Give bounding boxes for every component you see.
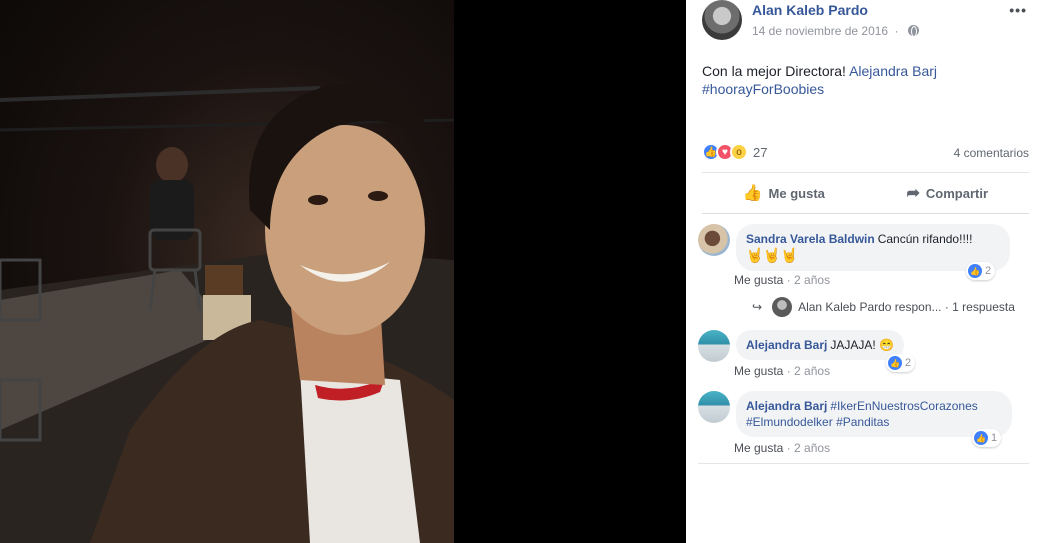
post-meta: 14 de noviembre de 2016 · <box>752 24 919 38</box>
commenter-name[interactable]: Sandra Varela Baldwin <box>746 232 875 246</box>
photo-illustration <box>0 83 454 543</box>
comment-like-link[interactable]: Me gusta <box>734 273 783 287</box>
comment-text: JAJAJA! <box>830 338 876 352</box>
reaction-count: 27 <box>753 144 768 160</box>
replies-link[interactable]: ↪ Alan Kaleb Pardo respon... · 1 respues… <box>752 297 1015 317</box>
author-avatar[interactable] <box>702 0 742 40</box>
comment-like-count: 1 <box>991 432 998 444</box>
reply-author-text: Alan Kaleb Pardo respon... <box>798 300 942 314</box>
commenter-name[interactable]: Alejandra Barj <box>746 399 827 413</box>
rock-hand-emoji-icon: 🤘🤘🤘 <box>746 247 799 263</box>
author-name[interactable]: Alan Kaleb Pardo <box>752 2 868 18</box>
comment-like-badge[interactable]: 👍 1 <box>972 429 1002 447</box>
thumbs-up-icon: 👍 <box>742 185 763 202</box>
photo-viewer <box>0 0 686 543</box>
mini-like-icon: 👍 <box>888 356 902 370</box>
share-button[interactable]: ➦ Compartir <box>866 173 1030 213</box>
post-panel: Alan Kaleb Pardo 14 de noviembre de 2016… <box>686 0 1041 543</box>
reactions-summary[interactable]: 👍 ♥ o 27 <box>702 142 767 162</box>
commenter-name[interactable]: Alejandra Barj <box>746 338 827 352</box>
public-globe-icon <box>907 25 919 37</box>
footer-separator: · <box>786 273 795 287</box>
comment-like-link[interactable]: Me gusta <box>734 364 783 378</box>
comment-age[interactable]: 2 años <box>794 273 830 287</box>
hashtag-link[interactable]: #Panditas <box>836 415 889 429</box>
comment-like-count: 2 <box>905 357 912 369</box>
mini-like-icon: 👍 <box>974 431 988 445</box>
more-options-icon[interactable]: ••• <box>1009 2 1027 18</box>
commenter-avatar[interactable] <box>698 391 730 423</box>
comment-age[interactable]: 2 años <box>794 441 830 455</box>
post-actions-bar: 👍 Me gusta ➦ Compartir <box>702 172 1029 214</box>
reply-count: 1 respuesta <box>952 300 1015 314</box>
reply-arrow-icon: ↪ <box>752 300 763 314</box>
share-arrow-icon: ➦ <box>906 185 920 202</box>
grin-emoji-icon: 😁 <box>879 338 895 352</box>
footer-separator: · <box>786 441 795 455</box>
reply-separator: · <box>941 300 953 314</box>
like-button[interactable]: 👍 Me gusta <box>702 173 866 213</box>
comment-footer: Me gusta · 2 años <box>734 273 830 287</box>
reply-author-avatar <box>772 297 793 317</box>
comments-count-link[interactable]: 4 comentarios <box>954 146 1029 160</box>
comment-bubble: Alejandra Barj JAJAJA! 😁 <box>736 330 905 360</box>
commenter-avatar[interactable] <box>698 330 730 362</box>
comment-footer: Me gusta · 2 años <box>734 364 830 378</box>
comment-like-badge[interactable]: 👍 2 <box>886 354 916 372</box>
like-button-label: Me gusta <box>768 185 825 201</box>
comment-like-badge[interactable]: 👍 2 <box>966 262 996 280</box>
comment-text: Cancún rifando!!!! <box>877 232 973 246</box>
mini-like-icon: 👍 <box>968 264 982 278</box>
comment-footer: Me gusta · 2 años <box>734 441 830 455</box>
mention-link[interactable]: Alejandra Barj <box>849 63 937 79</box>
hashtag-link[interactable]: #IkerEnNuestrosCorazones <box>830 399 977 413</box>
comment-age[interactable]: 2 años <box>794 364 830 378</box>
comments-divider <box>698 463 1029 464</box>
comment-bubble: Alejandra Barj #IkerEnNuestrosCorazones #… <box>736 391 1012 437</box>
post-text-body: Con la mejor Directora! <box>702 63 850 79</box>
hashtag-link[interactable]: #hoorayForBoobies <box>702 81 824 97</box>
share-button-label: Compartir <box>925 185 989 201</box>
wow-reaction-icon: o <box>730 143 748 161</box>
footer-separator: · <box>786 364 795 378</box>
commenter-avatar[interactable] <box>698 224 730 256</box>
meta-separator: · <box>894 24 899 38</box>
comment-like-count: 2 <box>985 265 992 277</box>
hashtag-link[interactable]: #Elmundodelker <box>746 415 833 429</box>
post-photo[interactable] <box>0 0 454 543</box>
comment-like-link[interactable]: Me gusta <box>734 441 783 455</box>
post-date[interactable]: 14 de noviembre de 2016 <box>752 24 888 38</box>
post-text: Con la mejor Directora! Alejandra Barj #… <box>702 62 1027 98</box>
